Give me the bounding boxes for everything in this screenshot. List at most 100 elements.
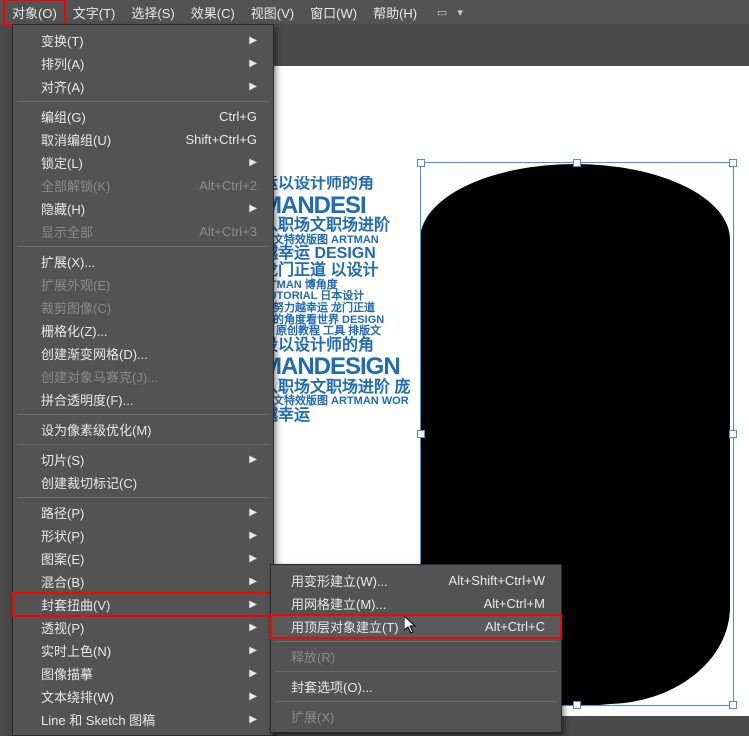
menu-item[interactable]: 混合(B)▶ — [13, 570, 273, 593]
artwork-text: 运以设计师的角 MANDESI 入职场文职场进阶 版文特效版图 ARTMAN 越… — [262, 176, 442, 425]
menu-item: 释放(R) — [271, 645, 561, 668]
submenu-arrow-icon: ▶ — [249, 530, 257, 541]
arrange-icon[interactable]: ▭ — [435, 5, 449, 19]
menu-separator — [17, 444, 269, 445]
menu-item[interactable]: 封套选项(O)... — [271, 675, 561, 698]
menu-item[interactable]: 文本绕排(W) ▶ — [13, 685, 273, 708]
menu-item-shortcut: Alt+Ctrl+2 — [199, 178, 257, 193]
menu-item[interactable]: 隐藏(H) ▶ — [13, 197, 273, 220]
menu-item[interactable]: 对齐(A)▶ — [13, 75, 273, 98]
menu-item: 扩展(X) — [271, 705, 561, 728]
menu-window[interactable]: 窗口(W) — [302, 0, 365, 25]
menu-item-shortcut: Alt+Ctrl+3 — [199, 224, 257, 239]
menu-item[interactable]: 排列(A) ▶ — [13, 52, 273, 75]
menu-item-label: 锁定(L) — [41, 153, 83, 172]
menu-item: 显示全部 Alt+Ctrl+3 — [13, 220, 273, 243]
menu-item-label: 文本绕排(W) — [41, 687, 114, 706]
menu-select[interactable]: 选择(S) — [123, 0, 182, 25]
menu-item[interactable]: 用变形建立(W)... Alt+Shift+Ctrl+W — [271, 569, 561, 592]
menu-separator — [17, 246, 269, 247]
menu-item-label: 用网格建立(M)... — [291, 594, 386, 613]
submenu-arrow-icon: ▶ — [249, 58, 257, 69]
menu-item-label: 创建裁切标记(C) — [41, 473, 137, 492]
menu-item[interactable]: 用网格建立(M)... Alt+Ctrl+M — [271, 592, 561, 615]
menu-item-label: 排列(A) — [41, 54, 84, 73]
menu-item-label: 显示全部 — [41, 222, 93, 241]
submenu-arrow-icon: ▶ — [249, 691, 257, 702]
menu-item-label: 用变形建立(W)... — [291, 571, 388, 590]
menu-item-shortcut: Alt+Ctrl+M — [484, 596, 545, 611]
submenu-arrow-icon: ▶ — [249, 203, 257, 214]
menu-item[interactable]: 编组(G)Ctrl+G — [13, 105, 273, 128]
menu-item[interactable]: Line 和 Sketch 图稿▶ — [13, 708, 273, 731]
menu-item-label: 形状(P) — [41, 526, 84, 545]
menu-help[interactable]: 帮助(H) — [365, 0, 425, 25]
menu-item[interactable]: 创建裁切标记(C) — [13, 471, 273, 494]
menu-item-label: 创建对象马赛克(J)... — [41, 367, 158, 386]
menu-item-label: 封套扭曲(V) — [41, 595, 110, 614]
menu-item-label: 封套选项(O)... — [291, 677, 373, 696]
menu-item[interactable]: 路径(P)▶ — [13, 501, 273, 524]
menu-item[interactable]: 设为像素级优化(M) — [13, 418, 273, 441]
submenu-arrow-icon: ▶ — [249, 553, 257, 564]
menu-item-label: 扩展(X)... — [41, 252, 95, 271]
menu-item-label: 混合(B) — [41, 572, 84, 591]
menu-item[interactable]: 图案(E) ▶ — [13, 547, 273, 570]
menu-item[interactable]: 形状(P) ▶ — [13, 524, 273, 547]
arrange-docs[interactable]: ▭ ▾ — [435, 5, 467, 19]
submenu-arrow-icon: ▶ — [249, 507, 257, 518]
submenu-arrow-icon: ▶ — [249, 81, 257, 92]
submenu-arrow-icon: ▶ — [249, 35, 257, 46]
menu-effect[interactable]: 效果(C) — [183, 0, 243, 25]
submenu-arrow-icon: ▶ — [249, 454, 257, 465]
submenu-arrow-icon: ▶ — [249, 599, 257, 610]
menu-item: 扩展外观(E) — [13, 273, 273, 296]
object-dropdown: 变换(T)▶排列(A)▶对齐(A)▶编组(G)Ctrl+G取消编组(U)Shif… — [12, 24, 274, 736]
menu-item-label: 拼合透明度(F)... — [41, 390, 133, 409]
menu-item[interactable]: 透视(P)▶ — [13, 616, 273, 639]
submenu-arrow-icon: ▶ — [249, 622, 257, 633]
menu-separator — [17, 497, 269, 498]
menu-separator — [275, 701, 557, 702]
menu-item[interactable]: 图像描摹 ▶ — [13, 662, 273, 685]
menu-item[interactable]: 拼合透明度(F)... — [13, 388, 273, 411]
menu-item[interactable]: 变换(T) ▶ — [13, 29, 273, 52]
menu-item[interactable]: 栅格化(Z)... — [13, 319, 273, 342]
menu-item: 裁剪图像(C) — [13, 296, 273, 319]
menu-item[interactable]: 扩展(X)... — [13, 250, 273, 273]
menu-view[interactable]: 视图(V) — [243, 0, 302, 25]
envelope-distort-submenu: 用变形建立(W)... Alt+Shift+Ctrl+W 用网格建立(M)... Al… — [270, 564, 562, 733]
menu-item[interactable]: 锁定(L) ▶ — [13, 151, 273, 174]
submenu-arrow-icon: ▶ — [249, 714, 257, 725]
menu-item-label: 变换(T) — [41, 31, 84, 50]
menu-item-shortcut: Shift+Ctrl+G — [185, 132, 257, 147]
cursor-icon — [404, 616, 418, 634]
menu-separator — [17, 101, 269, 102]
menu-item[interactable]: 取消编组(U)Shift+Ctrl+G — [13, 128, 273, 151]
arrange-dropdown-icon[interactable]: ▾ — [453, 5, 467, 19]
menu-item-label: 图像描摹 — [41, 664, 93, 683]
menu-item-label: 图案(E) — [41, 549, 84, 568]
submenu-arrow-icon: ▶ — [249, 645, 257, 656]
menu-item-label: 实时上色(N) — [41, 641, 111, 660]
menu-item-label: 设为像素级优化(M) — [41, 420, 152, 439]
menu-item-label: 用顶层对象建立(T) — [291, 617, 399, 636]
menu-item: 全部解锁(K) Alt+Ctrl+2 — [13, 174, 273, 197]
menu-item-label: 全部解锁(K) — [41, 176, 110, 195]
menu-item-shortcut: Alt+Shift+Ctrl+W — [449, 573, 545, 588]
menu-item[interactable]: 切片(S)▶ — [13, 448, 273, 471]
submenu-arrow-icon: ▶ — [249, 668, 257, 679]
menu-item-label: 释放(R) — [291, 647, 335, 666]
menu-item-label: 扩展外观(E) — [41, 275, 110, 294]
menu-item[interactable]: 创建渐变网格(D)... — [13, 342, 273, 365]
menu-item-label: 扩展(X) — [291, 707, 334, 726]
menu-object[interactable]: 对象(O) — [4, 0, 65, 25]
menu-item[interactable]: 封套扭曲(V) ▶ — [13, 593, 273, 616]
menu-item-label: 编组(G) — [41, 107, 86, 126]
menu-item-label: 裁剪图像(C) — [41, 298, 111, 317]
menubar: 对象(O) 文字(T) 选择(S) 效果(C) 视图(V) 窗口(W) 帮助(H… — [0, 0, 749, 24]
submenu-arrow-icon: ▶ — [249, 157, 257, 168]
menu-type[interactable]: 文字(T) — [65, 0, 124, 25]
menu-item[interactable]: 实时上色(N) ▶ — [13, 639, 273, 662]
menu-item-label: 隐藏(H) — [41, 199, 85, 218]
